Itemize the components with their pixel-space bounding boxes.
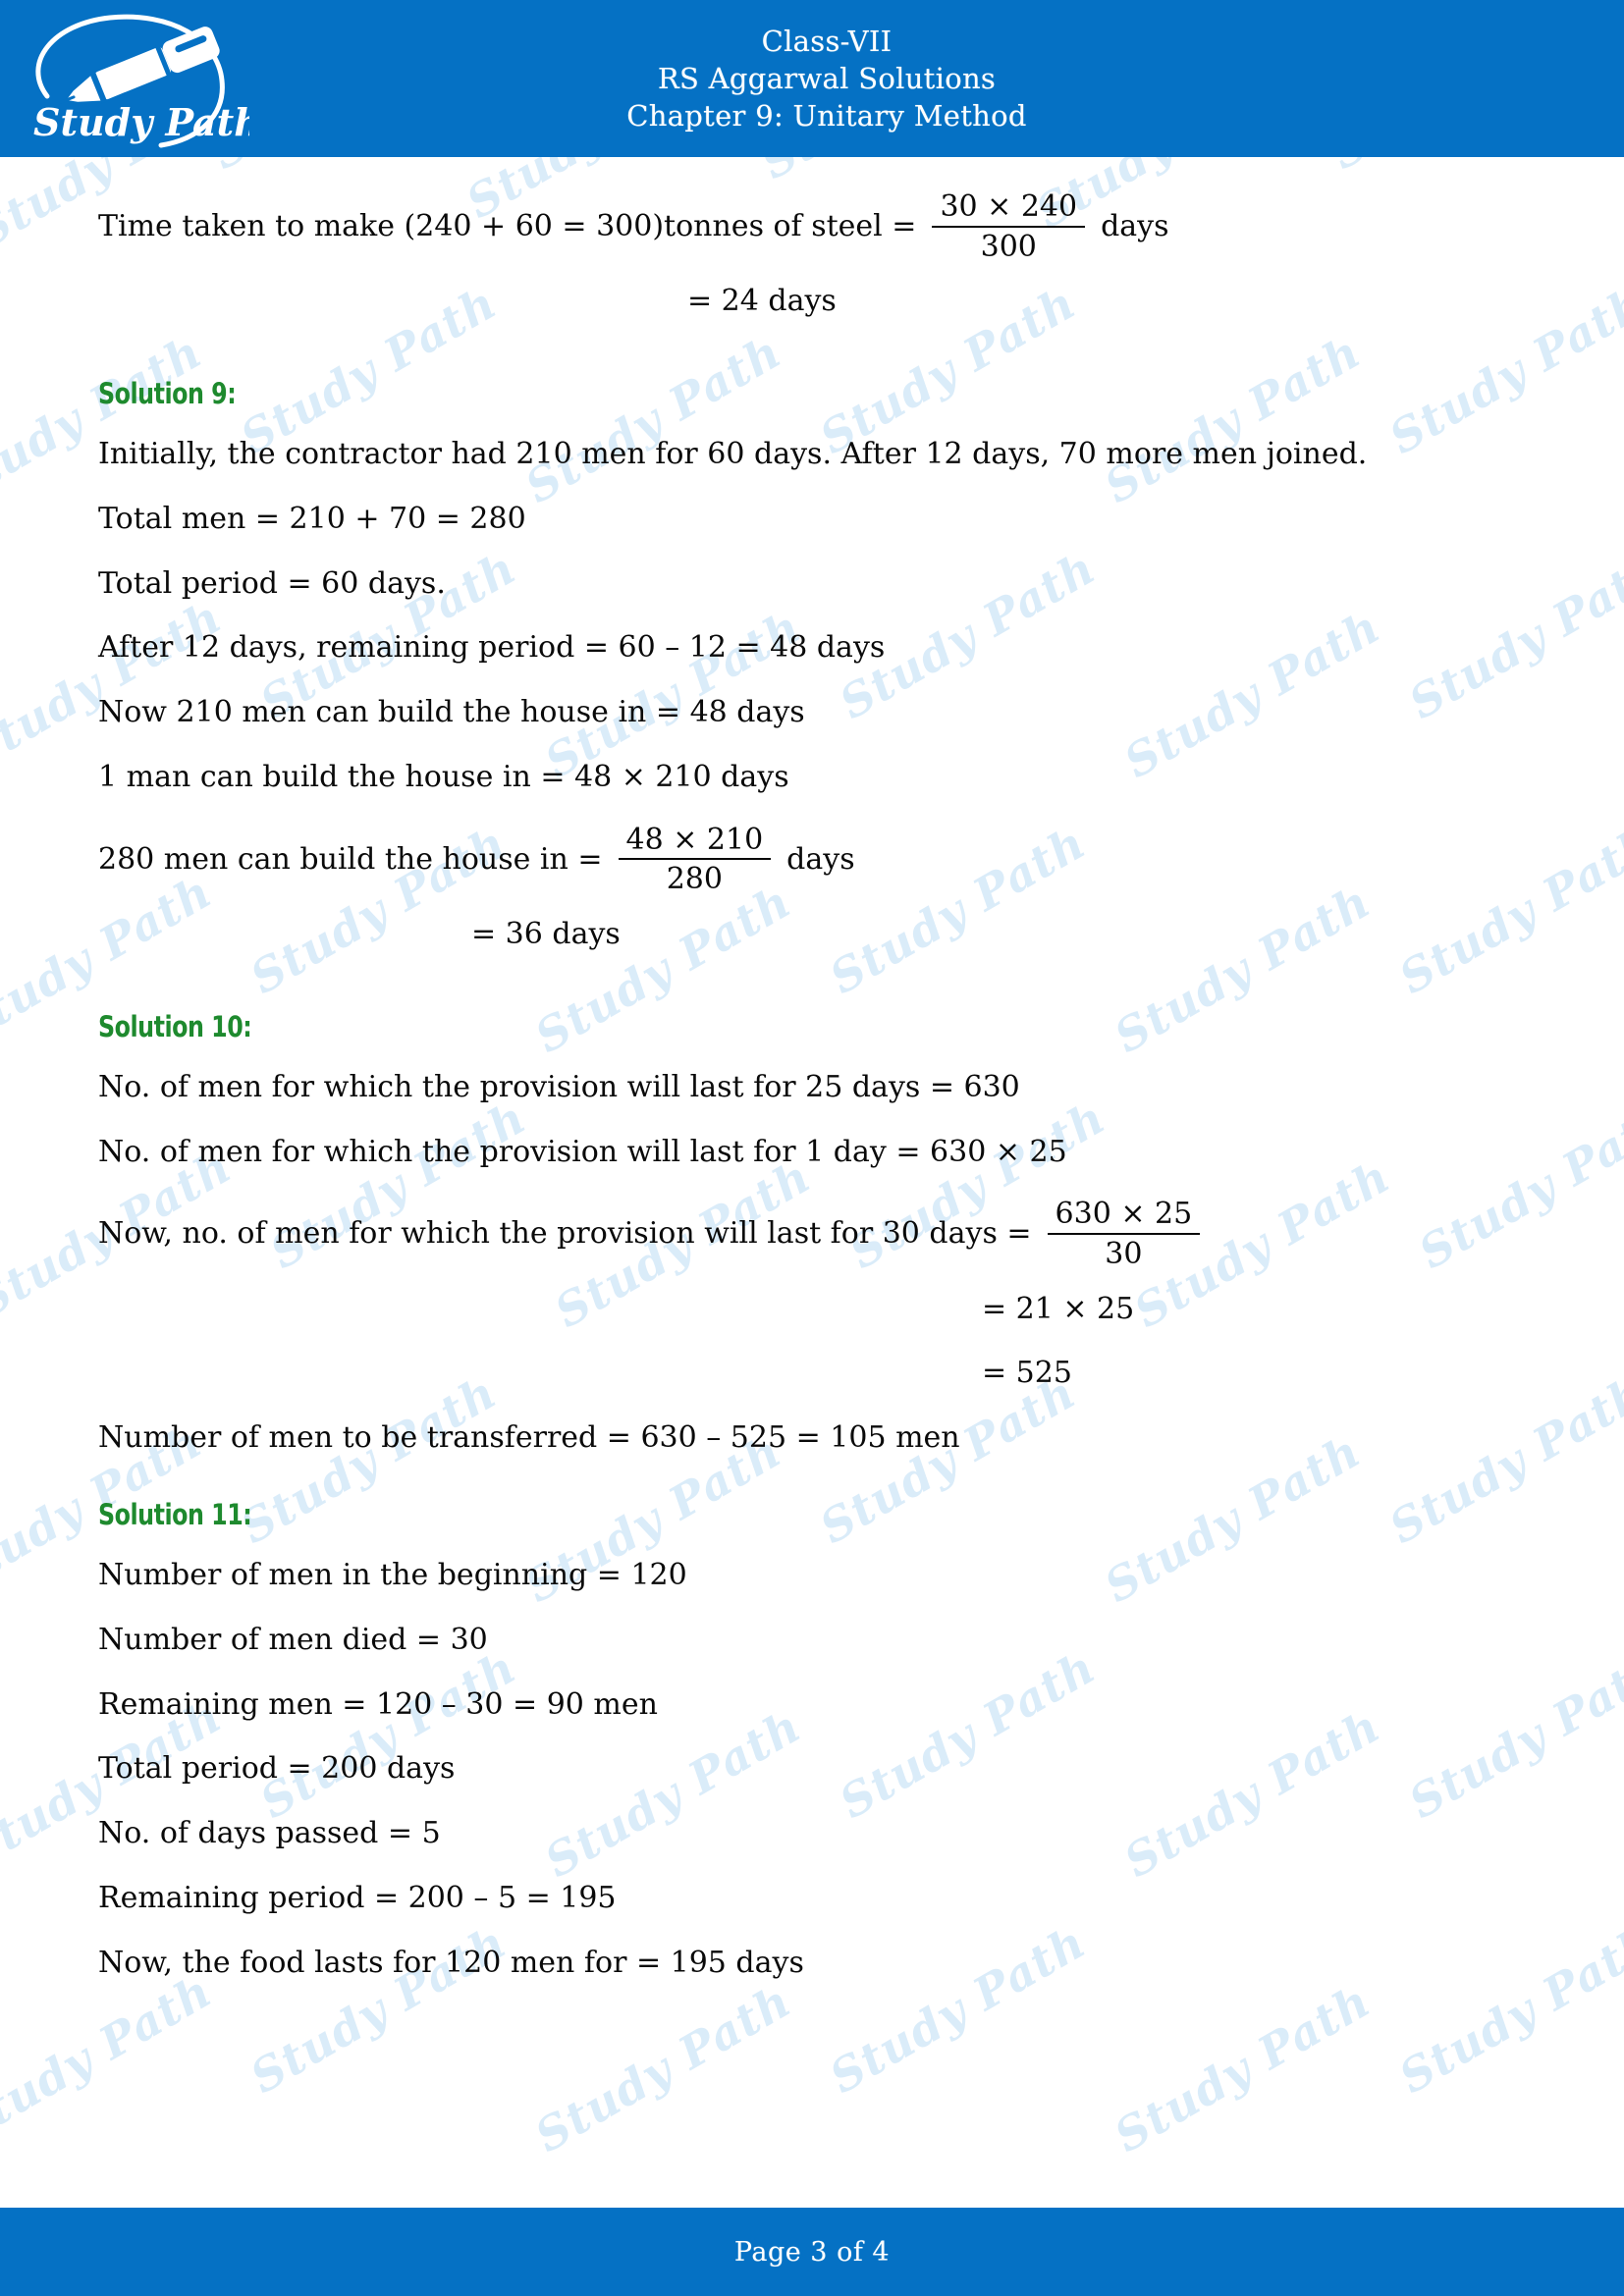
solution-11-line-1: Number of men in the beginning = 120 <box>98 1557 687 1592</box>
fraction-denominator: 30 <box>1105 1236 1143 1271</box>
solution-11-heading: Solution 11: <box>98 1497 252 1531</box>
carryover-equation: Time taken to make (240 + 60 = 300)tonne… <box>98 190 1538 263</box>
solution-11-line-3: Remaining men = 120 – 30 = 90 men <box>98 1686 658 1722</box>
solution-11-line-5: No. of days passed = 5 <box>98 1816 441 1851</box>
solution-9-eq-unit: days <box>786 841 855 877</box>
solution-10-line-1: No. of men for which the provision will … <box>98 1069 1020 1104</box>
header-book-line: RS Aggarwal Solutions <box>657 61 997 95</box>
page-header: Study Path Class-VII RS Aggarwal Solutio… <box>0 0 1624 157</box>
solution-9-line-4: After 12 days, remaining period = 60 – 1… <box>98 630 886 666</box>
solution-9-result: = 36 days <box>471 916 621 951</box>
fraction-numerator: 48 × 210 <box>625 822 764 857</box>
solution-11-line-7: Now, the food lasts for 120 men for = 19… <box>98 1945 804 1980</box>
header-class-line: Class-VII <box>761 24 893 58</box>
solution-10-heading: Solution 10: <box>98 1009 252 1043</box>
page-footer: Page 3 of 4 <box>0 2208 1624 2296</box>
header-chapter-line: Chapter 9: Unitary Method <box>626 99 1027 133</box>
solution-10-result: Number of men to be transferred = 630 – … <box>98 1420 960 1456</box>
fraction: 30 × 240 300 <box>932 189 1086 264</box>
solution-11-line-2: Number of men died = 30 <box>98 1622 488 1657</box>
solution-11-line-4: Total period = 200 days <box>98 1751 456 1787</box>
carryover-unit: days <box>1101 209 1169 244</box>
study-path-logo: Study Path <box>14 6 249 151</box>
logo-wordmark: Study Path <box>33 100 249 144</box>
solution-9-line-6: 1 man can build the house in = 48 × 210 … <box>98 759 789 794</box>
watermark-text: Study Path <box>0 1963 221 2154</box>
solution-10-eq-lead: Now, no. of men for which the provision … <box>98 1216 1032 1252</box>
solution-11-line-6: Remaining period = 200 – 5 = 195 <box>98 1880 617 1915</box>
solution-9-line-2: Total men = 210 + 70 = 280 <box>98 501 526 536</box>
page-number-label: Page 3 of 4 <box>733 2236 891 2268</box>
fraction-denominator: 280 <box>666 862 723 897</box>
solution-9-heading: Solution 9: <box>98 376 237 410</box>
fraction-numerator: 630 × 25 <box>1055 1197 1193 1232</box>
header-titles: Class-VII RS Aggarwal Solutions Chapter … <box>626 23 1027 135</box>
solution-9-line-1: Initially, the contractor had 210 men fo… <box>98 436 1368 471</box>
carryover-lead: Time taken to make (240 + 60 = 300)tonne… <box>98 209 917 244</box>
fraction-denominator: 300 <box>980 229 1037 264</box>
solution-10-line-2: No. of men for which the provision will … <box>98 1134 1067 1169</box>
solution-9-line-3: Total period = 60 days. <box>98 565 446 601</box>
solution-9-equation: 280 men can build the house in = 48 × 21… <box>98 824 1538 896</box>
fraction-numerator: 30 × 240 <box>940 189 1078 224</box>
document-page: Study Path Study Path Study Path Study P… <box>0 0 1624 2296</box>
solution-10-step-2: = 525 <box>982 1356 1072 1391</box>
solution-10-step-1: = 21 × 25 <box>982 1291 1135 1326</box>
solution-9-eq-lead: 280 men can build the house in = <box>98 841 603 877</box>
carryover-result: = 24 days <box>687 284 837 319</box>
fraction: 48 × 210 280 <box>618 822 772 897</box>
watermark-text: Study Path <box>525 1973 800 2163</box>
page-content: Time taken to make (240 + 60 = 300)tonne… <box>0 157 1624 1982</box>
solution-10-equation: Now, no. of men for which the provision … <box>98 1198 1538 1270</box>
fraction: 630 × 25 30 <box>1047 1197 1201 1271</box>
solution-9-line-5: Now 210 men can build the house in = 48 … <box>98 695 805 730</box>
watermark-text: Study Path <box>1105 1973 1380 2163</box>
